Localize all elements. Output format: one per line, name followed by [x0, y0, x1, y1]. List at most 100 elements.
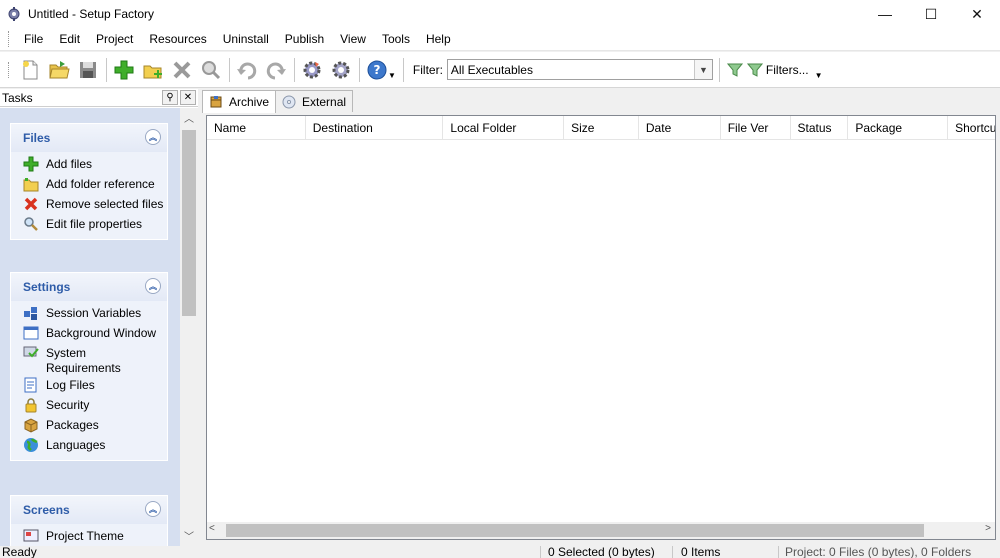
- toolbar-separator: [359, 57, 360, 82]
- collapse-chevron-up-icon[interactable]: ︽: [145, 129, 161, 145]
- remove-files-button[interactable]: [168, 56, 196, 84]
- task-label: Session Variables: [46, 306, 142, 320]
- filter-select[interactable]: All Executables ▼: [446, 59, 713, 80]
- menu-publish[interactable]: Publish: [277, 28, 332, 51]
- scrollbar-thumb[interactable]: [182, 130, 196, 316]
- column-header-name[interactable]: Name: [207, 116, 306, 140]
- task-packages[interactable]: Packages: [11, 416, 167, 436]
- magnifier-icon: [24, 217, 38, 231]
- column-header-destination[interactable]: Destination: [306, 116, 444, 140]
- undo-button[interactable]: [233, 56, 261, 84]
- tab-archive[interactable]: Archive: [202, 90, 277, 113]
- cd-disc-icon: [282, 95, 296, 108]
- package-box-icon: [24, 418, 38, 433]
- new-project-button[interactable]: [16, 56, 44, 84]
- task-background-window[interactable]: Background Window: [11, 324, 167, 344]
- toolbar-grip[interactable]: [8, 61, 11, 78]
- help-button[interactable]: ?: [363, 56, 391, 84]
- column-header-package[interactable]: Package: [848, 116, 949, 140]
- menu-grip[interactable]: [8, 31, 11, 47]
- maximize-button[interactable]: ☐: [908, 0, 954, 28]
- column-header-status[interactable]: Status: [791, 116, 849, 140]
- scroll-up-icon[interactable]: ︿: [180, 110, 198, 126]
- column-header-date[interactable]: Date: [639, 116, 721, 140]
- archive-icon: [210, 96, 222, 108]
- menu-file[interactable]: File: [16, 28, 51, 51]
- task-add-folder-reference[interactable]: Add folder reference: [11, 175, 167, 195]
- status-project: Project: 0 Files (0 bytes), 0 Folders: [785, 545, 972, 558]
- file-list-horizontal-scrollbar[interactable]: < >: [207, 522, 995, 539]
- menu-tools[interactable]: Tools: [374, 28, 418, 51]
- scroll-left-icon[interactable]: <: [209, 523, 215, 534]
- minimize-button[interactable]: —: [862, 0, 908, 28]
- add-folder-reference-button[interactable]: [139, 56, 167, 84]
- settings-group: Settings ︽ Session Variables Background …: [10, 272, 168, 461]
- settings-group-header[interactable]: Settings ︽: [11, 273, 167, 301]
- menu-edit[interactable]: Edit: [51, 28, 88, 51]
- status-items: 0 Items: [681, 545, 721, 558]
- theme-icon: [23, 529, 39, 542]
- menu-project[interactable]: Project: [88, 28, 141, 51]
- task-security[interactable]: Security: [11, 396, 167, 416]
- task-label: Edit file properties: [46, 217, 143, 231]
- tasks-panel-body: Files ︽ Add files Add folder reference R…: [0, 108, 180, 546]
- chevron-down-icon[interactable]: ▼: [693, 60, 712, 79]
- help-dropdown-arrow-icon[interactable]: ▼: [388, 71, 396, 80]
- menu-uninstall[interactable]: Uninstall: [215, 28, 277, 51]
- file-properties-button[interactable]: [197, 56, 225, 84]
- column-header-file-ver[interactable]: File Ver: [721, 116, 791, 140]
- folder-add-icon: [143, 65, 162, 78]
- preferences-button[interactable]: [327, 56, 355, 84]
- filters-button[interactable]: Filters...: [746, 62, 809, 78]
- scroll-right-icon[interactable]: >: [985, 523, 991, 534]
- menu-resources[interactable]: Resources: [141, 28, 214, 51]
- task-languages[interactable]: Languages: [11, 436, 167, 456]
- task-edit-file-properties[interactable]: Edit file properties: [11, 215, 167, 235]
- green-plus-icon: [114, 60, 134, 79]
- close-icon[interactable]: ✕: [180, 90, 196, 105]
- task-label: Add files: [46, 157, 93, 171]
- scroll-down-icon[interactable]: ﹀: [180, 528, 198, 544]
- column-header-size[interactable]: Size: [564, 116, 639, 140]
- filters-dropdown-arrow-icon[interactable]: ▼: [815, 71, 823, 80]
- tab-external[interactable]: External: [275, 90, 354, 112]
- scrollbar-thumb[interactable]: [226, 524, 924, 537]
- screens-group-header[interactable]: Screens ︽: [11, 496, 167, 524]
- close-button[interactable]: ✕: [954, 0, 1000, 28]
- task-session-variables[interactable]: Session Variables: [11, 304, 167, 324]
- task-system-requirements[interactable]: System Requirements: [11, 344, 167, 376]
- tasks-panel-title: Tasks: [2, 90, 33, 105]
- column-header-shortcut[interactable]: Shortcut: [948, 116, 995, 140]
- task-label: System Requirements: [46, 346, 121, 375]
- save-project-button[interactable]: [74, 56, 102, 84]
- build-button[interactable]: [298, 56, 326, 84]
- status-selected: 0 Selected (0 bytes): [548, 545, 655, 558]
- task-add-files[interactable]: Add files: [11, 155, 167, 175]
- menu-help[interactable]: Help: [418, 28, 459, 51]
- collapse-chevron-up-icon[interactable]: ︽: [145, 278, 161, 294]
- status-divider: [540, 546, 541, 558]
- collapse-chevron-up-icon[interactable]: ︽: [145, 501, 161, 517]
- menu-view[interactable]: View: [332, 28, 374, 51]
- tasks-vertical-scrollbar[interactable]: ︿ ﹀: [180, 108, 198, 546]
- task-project-theme[interactable]: Project Theme: [11, 527, 167, 546]
- open-project-button[interactable]: [45, 56, 73, 84]
- status-divider: [778, 546, 779, 558]
- task-label: Log Files: [46, 378, 95, 392]
- redo-button[interactable]: [262, 56, 290, 84]
- toolbar: ? ▼ Filter: All Executables ▼ Filters...…: [0, 52, 1000, 88]
- pin-icon[interactable]: ⚲: [162, 90, 178, 105]
- add-files-button[interactable]: [110, 56, 138, 84]
- tasks-panel: Tasks ⚲ ✕ Files ︽ Add files Add folder r…: [0, 89, 198, 546]
- filter-funnel-button[interactable]: [726, 62, 743, 78]
- toolbar-separator: [294, 57, 295, 82]
- task-label: Languages: [46, 438, 106, 452]
- task-log-files[interactable]: Log Files: [11, 376, 167, 396]
- files-group-title: Files: [23, 131, 51, 145]
- redo-icon: [266, 62, 286, 79]
- file-list[interactable]: Name Destination Local Folder Size Date …: [206, 115, 996, 540]
- task-label: Remove selected files: [46, 197, 164, 211]
- column-header-local-folder[interactable]: Local Folder: [443, 116, 565, 140]
- task-remove-selected-files[interactable]: Remove selected files: [11, 195, 167, 215]
- files-group-header[interactable]: Files ︽: [11, 124, 167, 152]
